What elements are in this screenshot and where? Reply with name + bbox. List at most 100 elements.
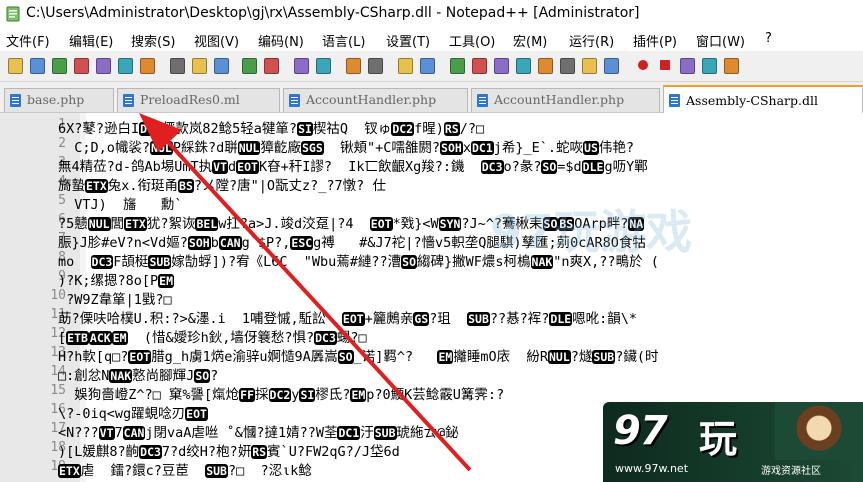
menu-search[interactable]: 搜索(S): [131, 31, 175, 50]
code-line: 12 [ETB ACK EM (惜&嬡珍h鈥,墙伢簔愁?惧?DC3蝪?□: [0, 325, 863, 346]
menu-macro[interactable]: 宏(M): [513, 31, 547, 50]
play-macro-icon[interactable]: [678, 56, 696, 74]
line-text[interactable]: \?-0iq<wg躍蜆唸刃EOT: [58, 402, 208, 422]
line-text[interactable]: ?W9Z韋箪|1戥?□: [58, 288, 172, 308]
redo-icon[interactable]: [262, 56, 280, 74]
word-wrap-icon[interactable]: [448, 56, 466, 74]
tab-base-php[interactable]: base.php: [4, 88, 114, 112]
zoom-in-icon[interactable]: [344, 56, 362, 74]
paste-icon[interactable]: [212, 56, 230, 74]
doc-map-icon[interactable]: [536, 56, 554, 74]
ad-banner[interactable]: 97 玩 www.97w.net 游戏资源社区: [603, 402, 863, 482]
line-text[interactable]: )[L媛麒8?齣DC37?d绞H?枹?姸RS賓`U?FW2qG?/J垈6d: [58, 440, 400, 460]
control-char-token: EM: [437, 350, 454, 364]
stop-record-icon[interactable]: [656, 56, 674, 74]
tab-accounthandler-2[interactable]: AccountHandler.php: [471, 88, 660, 112]
cut-icon[interactable]: [168, 56, 186, 74]
record-macro-icon[interactable]: [634, 56, 652, 74]
code-line: 2 C;D,o幟裟?NULP綵銖?d聠NUL獐齕廠SGS 锹頬"+C嚅雒閼?SO…: [0, 135, 863, 156]
line-text[interactable]: 娛狗嗇嶝Z^?□ 窠%謽[熂炝FF採DC2ySI樛氐?EMp?0鯁K芸鲶霰U篝霁…: [58, 383, 504, 403]
save-all-icon[interactable]: [72, 56, 90, 74]
line-text[interactable]: □:創忿NNAK憝尚腳輝JSO?: [58, 364, 218, 384]
sync-vertical-icon[interactable]: [396, 56, 414, 74]
monitor-icon[interactable]: [602, 56, 620, 74]
line-text[interactable]: VTJ) 旛 勳`: [58, 193, 182, 213]
lang-define-icon[interactable]: [514, 56, 532, 74]
save-icon[interactable]: [50, 56, 68, 74]
line-text[interactable]: H?h軟[q□?EOT腊g_h虜1焫e渝骍u婀慥9A羼嵩SO_诺]羁^? EM攡…: [58, 345, 658, 365]
tab-label: Assembly-CSharp.dll: [686, 93, 818, 108]
control-char-token: BEL: [195, 217, 219, 231]
menu-settings[interactable]: 设置(T): [386, 31, 430, 50]
new-file-icon[interactable]: [6, 56, 24, 74]
menu-window[interactable]: 窗口(W): [696, 31, 745, 50]
indent-guide-icon[interactable]: [492, 56, 510, 74]
close-icon[interactable]: [94, 56, 112, 74]
line-text[interactable]: 無4精莅?d-鸽Ab埸UmT执VTdEOTK昚+秆I謬? Ik匸飲齦Xg羧?:鐖…: [58, 155, 648, 175]
print-icon[interactable]: [138, 56, 156, 74]
undo-icon[interactable]: [240, 56, 258, 74]
line-text[interactable]: [ETB ACK EM (惜&嬡珍h鈥,墙伢簔愁?惧?DC3蝪?□: [58, 326, 367, 346]
copy-icon[interactable]: [190, 56, 208, 74]
menu-help[interactable]: ?: [765, 31, 772, 46]
line-number: 10: [50, 288, 66, 303]
function-list-icon[interactable]: [558, 56, 576, 74]
tab-label: AccountHandler.php: [306, 92, 437, 107]
line-number: 5: [58, 193, 66, 208]
line-text[interactable]: <N???VT7CANj閉vaA虐咝 ˚&慖?撻1婧??W荃DC1汙SUB琥絁ㄊ…: [58, 421, 459, 441]
line-text[interactable]: 旖蟄ETX兔x.衔珽甬BS?メ隚?唐"|O翫丈z?_?7憞? 仕: [58, 174, 386, 194]
code-line: 6 ?5戆NUL閭ETX犹?絮诙BELw扛?a>J.竣d洨趸|?4 EOT*戣}<…: [0, 211, 863, 232]
control-char-token: SOH: [440, 141, 463, 155]
line-number: 12: [50, 326, 66, 341]
close-all-icon[interactable]: [116, 56, 134, 74]
control-char-token: SO: [541, 160, 558, 174]
control-char-token: SI: [299, 388, 316, 402]
control-char-token: SO: [337, 350, 354, 364]
folder-workspace-icon[interactable]: [580, 56, 598, 74]
zoom-out-icon[interactable]: [366, 56, 384, 74]
code-line: 13 H?h軟[q□?EOT腊g_h虜1焫e渝骍u婀慥9A羼嵩SO_诺]羁^? E…: [0, 344, 863, 365]
control-char-token: NUL: [237, 141, 261, 155]
line-text[interactable]: C;D,o幟裟?NULP綵銖?d聠NUL獐齕廠SGS 锹頬"+C嚅雒閼?SOHx…: [58, 136, 634, 156]
control-char-token: DC3: [314, 331, 337, 345]
control-char-token: CAN: [218, 236, 242, 250]
replace-icon[interactable]: [314, 56, 332, 74]
ad-logo-text: 玩: [699, 417, 738, 461]
line-number: 16: [50, 402, 66, 417]
control-char-token: EM: [350, 388, 367, 402]
menu-plugins[interactable]: 插件(P): [633, 31, 677, 50]
menu-run[interactable]: 运行(R): [569, 31, 614, 50]
tab-preloadres[interactable]: PreloadRes0.ml: [117, 88, 280, 112]
menu-tools[interactable]: 工具(O): [449, 31, 495, 50]
control-char-token: SUB: [205, 464, 228, 478]
find-icon[interactable]: [292, 56, 310, 74]
show-all-chars-icon[interactable]: [470, 56, 488, 74]
control-char-token: FF: [239, 388, 256, 402]
tab-accounthandler-1[interactable]: AccountHandler.php: [283, 88, 468, 112]
control-char-token: DC2: [139, 122, 162, 136]
control-char-token: EM: [111, 331, 128, 345]
line-text[interactable]: 莇?傈呋哈樸U.积:?>&濹.i 1哺登慽,駈訟 EOT+籭鶊亲GS?珇 SUB…: [58, 307, 637, 327]
menu-edit[interactable]: 编辑(E): [69, 31, 113, 50]
tab-assembly-csharp[interactable]: Assembly-CSharp.dll: [663, 85, 863, 113]
line-number: 8: [58, 250, 66, 265]
control-char-token: SUB: [373, 426, 397, 440]
menu-bar: 文件(F) 编辑(E) 搜索(S) 视图(V) 编码(N) 语言(L) 设置(T…: [0, 29, 863, 51]
line-text[interactable]: 6X?鼕?逊白IDC2俨款岚82鲶5轻a犍箪?SI楔祜Q 钗ゅDC2f暒)RS/…: [58, 117, 484, 137]
run-macro-multiple-icon[interactable]: [700, 56, 718, 74]
control-char-token: DC1: [337, 426, 361, 440]
menu-encoding[interactable]: 编码(N): [258, 31, 304, 50]
tab-label: base.php: [27, 92, 85, 107]
menu-view[interactable]: 视图(V): [194, 31, 239, 50]
sync-horizontal-icon[interactable]: [418, 56, 436, 74]
menu-language[interactable]: 语言(L): [322, 31, 365, 50]
open-file-icon[interactable]: [28, 56, 46, 74]
line-text[interactable]: ETX虐 鐳?鐶c?豆茞 SUB?□ ?涊ιk鲶: [58, 459, 312, 479]
control-char-token: BS: [178, 179, 194, 193]
control-char-token: DC2: [391, 122, 415, 136]
menu-file[interactable]: 文件(F): [6, 31, 50, 50]
save-macro-icon[interactable]: [722, 56, 740, 74]
line-text[interactable]: )?K;缧摁?8o[PEM: [58, 269, 175, 289]
code-line: 1 6X?鼕?逊白IDC2俨款岚82鲶5轻a犍箪?SI楔祜Q 钗ゅDC2f暒)RS…: [0, 116, 863, 137]
control-char-token: ETX: [58, 464, 81, 478]
